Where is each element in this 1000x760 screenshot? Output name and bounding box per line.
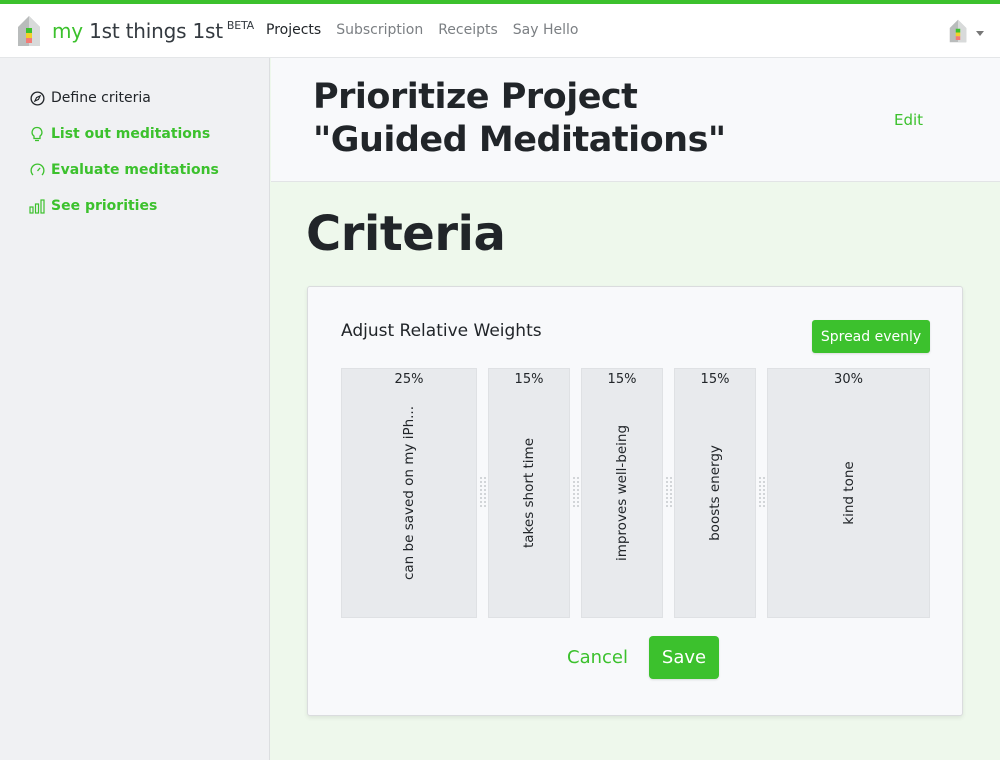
weights-slider: 25% can be saved on my iPh... 15% takes sho…	[341, 368, 930, 618]
sidebar-item-label: Evaluate meditations	[51, 162, 219, 178]
criterion-column[interactable]: 15% boosts energy	[674, 368, 756, 618]
drag-handle[interactable]	[479, 476, 487, 508]
sidebar-item-see-priorities[interactable]: See priorities	[29, 198, 157, 214]
criterion-weight: 15%	[700, 372, 730, 387]
brand-prefix: my	[52, 19, 83, 43]
cancel-button[interactable]: Cancel	[567, 647, 628, 668]
criterion-column[interactable]: 15% improves well-being	[581, 368, 663, 618]
save-button[interactable]: Save	[649, 636, 719, 679]
criterion-column[interactable]: 25% can be saved on my iPh...	[341, 368, 477, 618]
criterion-column[interactable]: 15% takes short time	[488, 368, 570, 618]
card-title: Adjust Relative Weights	[341, 321, 542, 341]
criterion-label: boosts energy	[707, 445, 723, 541]
lightbulb-icon	[29, 126, 45, 142]
nav-subscription[interactable]: Subscription	[336, 22, 423, 38]
house-logo-icon	[16, 15, 42, 47]
sidebar-item-define-criteria[interactable]: Define criteria	[29, 90, 151, 106]
drag-handle[interactable]	[758, 476, 766, 508]
brand-name: my 1st things 1st BETA	[52, 19, 254, 43]
criterion-weight: 15%	[607, 372, 637, 387]
sidebar-item-list-meditations[interactable]: List out meditations	[29, 126, 210, 142]
sidebar-item-evaluate-meditations[interactable]: Evaluate meditations	[29, 162, 219, 178]
gauge-icon	[29, 162, 45, 178]
beta-badge: BETA	[226, 19, 254, 32]
sidebar: Define criteria List out meditations Eva…	[0, 58, 270, 760]
criterion-weight: 30%	[834, 372, 863, 387]
sidebar-item-label: Define criteria	[51, 90, 151, 106]
user-menu-toggle[interactable]	[948, 19, 984, 47]
main-nav: Projects Subscription Receipts Say Hello	[266, 22, 578, 38]
weights-card: Adjust Relative Weights Spread evenly 25…	[307, 286, 963, 716]
sidebar-item-label: See priorities	[51, 198, 158, 214]
criterion-weight: 25%	[394, 372, 424, 387]
brand-logo-link[interactable]: my 1st things 1st BETA	[16, 15, 254, 47]
section-heading: Criteria	[306, 206, 506, 262]
nav-say-hello[interactable]: Say Hello	[513, 22, 579, 38]
project-header: Prioritize Project "Guided Meditations" …	[271, 58, 1000, 182]
criterion-column[interactable]: 30% kind tone	[767, 368, 930, 618]
nav-receipts[interactable]: Receipts	[438, 22, 498, 38]
criterion-label: improves well-being	[614, 424, 630, 562]
drag-handle[interactable]	[665, 476, 673, 508]
criterion-label: kind tone	[840, 461, 857, 525]
compass-icon	[29, 90, 45, 106]
drag-handle[interactable]	[572, 476, 580, 508]
criterion-weight: 15%	[514, 372, 544, 387]
nav-projects[interactable]: Projects	[266, 22, 321, 38]
caret-down-icon	[976, 30, 984, 36]
sidebar-item-label: List out meditations	[51, 126, 211, 142]
bar-chart-icon	[29, 198, 45, 214]
criterion-label: takes short time	[521, 437, 537, 549]
user-avatar-icon	[948, 19, 968, 47]
criterion-label: can be saved on my iPh...	[401, 405, 417, 581]
navbar: my 1st things 1st BETA Projects Subscript…	[0, 4, 1000, 58]
spread-evenly-button[interactable]: Spread evenly	[812, 320, 930, 353]
brand-title: 1st things 1st	[82, 19, 223, 43]
edit-project-link[interactable]: Edit	[894, 111, 923, 129]
page-title: Prioritize Project "Guided Meditations"	[313, 77, 726, 160]
